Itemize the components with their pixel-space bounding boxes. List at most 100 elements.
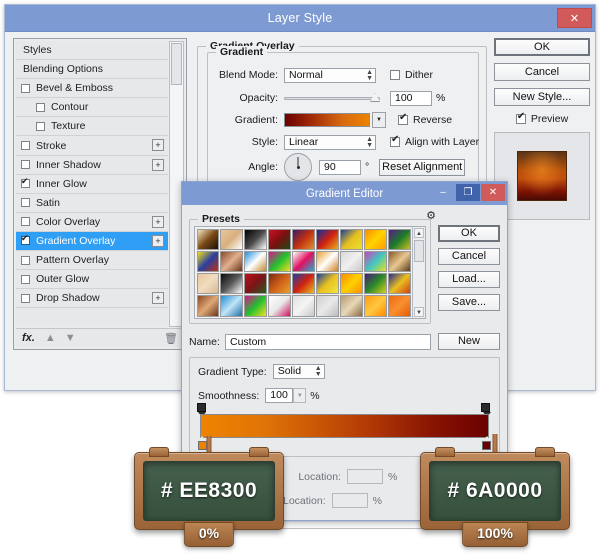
ok-button[interactable]: OK <box>494 38 590 56</box>
angle-input[interactable]: 90 <box>319 160 361 175</box>
preset-swatch[interactable] <box>316 251 339 272</box>
preset-swatch[interactable] <box>197 273 220 294</box>
preview-checkbox[interactable]: Preview <box>516 113 568 125</box>
style-checkbox[interactable] <box>21 236 30 245</box>
gear-icon[interactable]: ⚙ <box>426 209 436 222</box>
ok-button[interactable]: OK <box>438 225 500 242</box>
reset-alignment-button[interactable]: Reset Alignment <box>379 159 465 176</box>
add-effect-icon[interactable]: + <box>152 292 164 304</box>
preset-swatch[interactable] <box>388 229 411 250</box>
scroll-up-icon[interactable]: ▲ <box>414 228 424 238</box>
preset-swatch[interactable] <box>197 251 220 272</box>
sidebar-item-inner-shadow[interactable]: Inner Shadow+ <box>16 156 168 175</box>
name-input[interactable]: Custom <box>225 334 431 350</box>
opacity-location-input[interactable] <box>347 469 383 484</box>
preset-swatch[interactable] <box>316 295 339 316</box>
gradient-type-select[interactable]: Solid ▲▼ <box>273 364 325 379</box>
sidebar-item-outer-glow[interactable]: Outer Glow <box>16 270 168 289</box>
preset-swatch[interactable] <box>292 251 315 272</box>
preset-swatch[interactable] <box>268 295 291 316</box>
chevron-down-icon[interactable]: ▼ <box>372 112 386 128</box>
new-style-button[interactable]: New Style... <box>494 88 590 106</box>
preset-swatch[interactable] <box>340 295 363 316</box>
cancel-button[interactable]: Cancel <box>494 63 590 81</box>
sidebar-item-pattern-overlay[interactable]: Pattern Overlay <box>16 251 168 270</box>
reverse-checkbox[interactable]: Reverse <box>398 114 452 126</box>
preset-swatch[interactable] <box>388 273 411 294</box>
preset-swatch[interactable] <box>268 229 291 250</box>
angle-dial[interactable] <box>284 153 312 181</box>
preset-swatch[interactable] <box>244 295 267 316</box>
save-button[interactable]: Save... <box>438 294 500 311</box>
preset-swatch[interactable] <box>316 273 339 294</box>
gradient-preview-bar[interactable] <box>200 414 489 438</box>
preset-swatch[interactable] <box>244 251 267 272</box>
style-checkbox[interactable] <box>21 294 30 303</box>
add-effect-icon[interactable]: + <box>152 235 164 247</box>
preset-swatch[interactable] <box>340 251 363 272</box>
presets-scrollbar[interactable]: ▲ ▼ <box>412 227 425 318</box>
opacity-input[interactable]: 100 <box>390 91 432 106</box>
move-up-icon[interactable]: ▲ <box>45 332 56 344</box>
sidebar-item-stroke[interactable]: Stroke+ <box>16 136 168 155</box>
align-with-layer-checkbox[interactable]: Align with Layer <box>390 136 479 148</box>
preset-swatch[interactable] <box>292 273 315 294</box>
preset-swatch[interactable] <box>388 251 411 272</box>
preset-swatch[interactable] <box>244 229 267 250</box>
sidebar-item-contour[interactable]: Contour <box>16 98 168 117</box>
preset-swatch[interactable] <box>220 295 243 316</box>
load-button[interactable]: Load... <box>438 271 500 288</box>
style-checkbox[interactable] <box>21 256 30 265</box>
preset-swatch[interactable] <box>364 273 387 294</box>
sidebar-item-styles[interactable]: Styles <box>16 41 168 60</box>
preset-swatch[interactable] <box>340 273 363 294</box>
gradient-opacity-stop-right[interactable] <box>481 403 492 414</box>
preset-swatch[interactable] <box>268 273 291 294</box>
blend-mode-select[interactable]: Normal ▲▼ <box>284 68 376 83</box>
preset-swatch[interactable] <box>220 229 243 250</box>
preset-swatch[interactable] <box>197 295 220 316</box>
sidebar-item-blending-options[interactable]: Blending Options <box>16 60 168 79</box>
style-checkbox[interactable] <box>21 179 30 188</box>
sidebar-item-texture[interactable]: Texture <box>16 117 168 136</box>
minimize-icon[interactable]: – <box>431 184 455 201</box>
sidebar-item-inner-glow[interactable]: Inner Glow <box>16 175 168 194</box>
style-checkbox[interactable] <box>36 122 45 131</box>
sidebar-item-gradient-overlay[interactable]: Gradient Overlay+ <box>16 232 168 251</box>
move-down-icon[interactable]: ▼ <box>65 332 76 344</box>
presets-grid[interactable] <box>195 227 412 318</box>
styles-list[interactable]: StylesBlending OptionsBevel & EmbossCont… <box>16 41 168 327</box>
trash-icon[interactable]: 🗑 <box>164 332 178 345</box>
cancel-button[interactable]: Cancel <box>438 248 500 265</box>
style-checkbox[interactable] <box>21 217 30 226</box>
style-checkbox[interactable] <box>21 84 30 93</box>
preset-swatch[interactable] <box>244 273 267 294</box>
preset-swatch[interactable] <box>316 229 339 250</box>
smoothness-dropdown-icon[interactable]: ▼ <box>293 388 306 403</box>
gradient-swatch[interactable] <box>284 113 370 127</box>
color-location-input[interactable] <box>332 493 368 508</box>
preset-swatch[interactable] <box>220 273 243 294</box>
sidebar-item-drop-shadow[interactable]: Drop Shadow+ <box>16 289 168 308</box>
fx-icon[interactable]: fx. <box>22 332 35 344</box>
opacity-slider[interactable] <box>284 92 380 104</box>
close-icon[interactable]: ✕ <box>557 8 592 28</box>
add-effect-icon[interactable]: + <box>152 216 164 228</box>
preset-swatch[interactable] <box>292 229 315 250</box>
preset-swatch[interactable] <box>340 229 363 250</box>
close-icon[interactable]: ✕ <box>481 184 505 201</box>
sidebar-item-color-overlay[interactable]: Color Overlay+ <box>16 213 168 232</box>
style-checkbox[interactable] <box>36 103 45 112</box>
style-checkbox[interactable] <box>21 198 30 207</box>
preset-swatch[interactable] <box>388 295 411 316</box>
gradient-opacity-stop-left[interactable] <box>197 403 208 414</box>
sidebar-item-satin[interactable]: Satin <box>16 194 168 213</box>
preset-swatch[interactable] <box>364 251 387 272</box>
preset-swatch[interactable] <box>364 229 387 250</box>
styles-scrollbar-thumb[interactable] <box>171 43 182 85</box>
dither-checkbox[interactable]: Dither <box>390 69 433 81</box>
add-effect-icon[interactable]: + <box>152 139 164 151</box>
style-checkbox[interactable] <box>21 275 30 284</box>
sidebar-item-bevel-emboss[interactable]: Bevel & Emboss <box>16 79 168 98</box>
preset-swatch[interactable] <box>220 251 243 272</box>
